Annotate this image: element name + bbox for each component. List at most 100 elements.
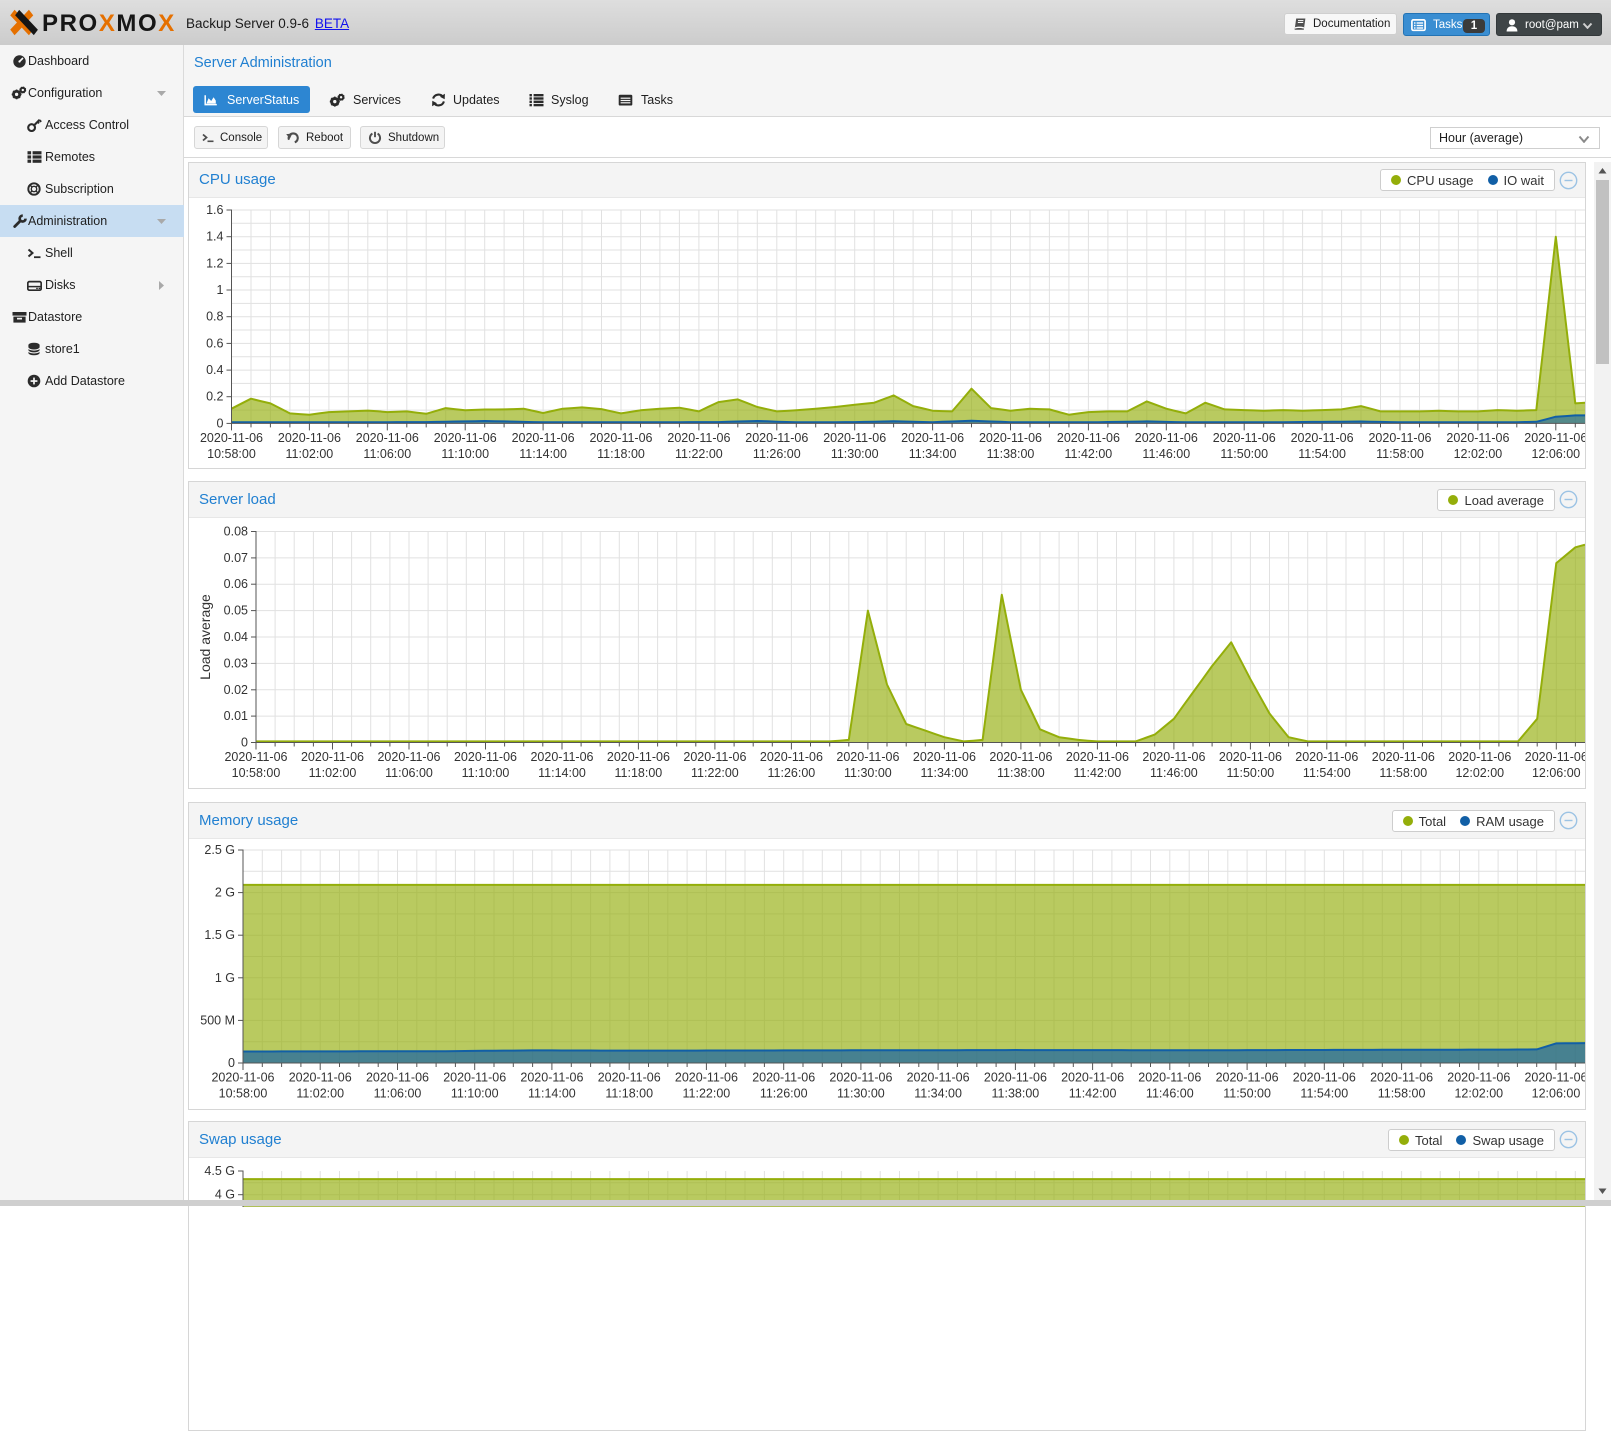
svg-text:2020-11-06: 2020-11-06 — [979, 431, 1042, 445]
svg-text:4.5 G: 4.5 G — [204, 1164, 235, 1178]
svg-text:2020-11-06: 2020-11-06 — [1291, 431, 1354, 445]
svg-text:2020-11-06: 2020-11-06 — [683, 750, 746, 764]
svg-text:11:18:00: 11:18:00 — [597, 447, 645, 461]
svg-text:2020-11-06: 2020-11-06 — [829, 1071, 892, 1085]
svg-text:11:30:00: 11:30:00 — [837, 1087, 885, 1101]
svg-text:2020-11-06: 2020-11-06 — [760, 750, 823, 764]
svg-text:1.2: 1.2 — [206, 256, 223, 270]
svg-text:10:58:00: 10:58:00 — [232, 766, 281, 780]
svg-text:11:10:00: 11:10:00 — [441, 447, 489, 461]
svg-text:0.8: 0.8 — [206, 310, 223, 324]
svg-text:10:58:00: 10:58:00 — [207, 447, 256, 461]
svg-text:2020-11-06: 2020-11-06 — [1142, 750, 1205, 764]
svg-text:12:02:00: 12:02:00 — [1455, 766, 1504, 780]
svg-text:11:50:00: 11:50:00 — [1223, 1087, 1271, 1101]
svg-text:0.2: 0.2 — [206, 390, 223, 404]
svg-text:11:06:00: 11:06:00 — [374, 1087, 422, 1101]
svg-text:11:34:00: 11:34:00 — [909, 447, 957, 461]
svg-text:0.03: 0.03 — [224, 656, 248, 670]
svg-text:2020-11-06: 2020-11-06 — [530, 750, 593, 764]
svg-text:2020-11-06: 2020-11-06 — [913, 750, 976, 764]
svg-text:11:26:00: 11:26:00 — [753, 447, 801, 461]
svg-text:12:06:00: 12:06:00 — [1531, 447, 1580, 461]
svg-text:11:38:00: 11:38:00 — [987, 447, 1035, 461]
svg-text:0.06: 0.06 — [224, 577, 248, 591]
svg-text:2020-11-06: 2020-11-06 — [1066, 750, 1129, 764]
svg-text:2020-11-06: 2020-11-06 — [1138, 1071, 1201, 1085]
svg-text:11:34:00: 11:34:00 — [921, 766, 969, 780]
svg-text:2020-11-06: 2020-11-06 — [211, 1071, 274, 1085]
svg-text:0.4: 0.4 — [206, 363, 223, 377]
svg-text:11:54:00: 11:54:00 — [1303, 766, 1351, 780]
svg-text:0.6: 0.6 — [206, 336, 223, 350]
svg-text:2020-11-06: 2020-11-06 — [289, 1071, 352, 1085]
svg-text:11:30:00: 11:30:00 — [844, 766, 892, 780]
svg-text:0.07: 0.07 — [224, 551, 248, 565]
svg-text:11:38:00: 11:38:00 — [997, 766, 1045, 780]
svg-text:11:26:00: 11:26:00 — [760, 1087, 808, 1101]
svg-text:2020-11-06: 2020-11-06 — [520, 1071, 583, 1085]
svg-text:2020-11-06: 2020-11-06 — [200, 431, 263, 445]
svg-text:2020-11-06: 2020-11-06 — [1293, 1071, 1356, 1085]
svg-text:11:10:00: 11:10:00 — [451, 1087, 499, 1101]
svg-text:2020-11-06: 2020-11-06 — [434, 431, 497, 445]
svg-text:2020-11-06: 2020-11-06 — [301, 750, 364, 764]
svg-text:11:10:00: 11:10:00 — [462, 766, 510, 780]
svg-text:11:22:00: 11:22:00 — [675, 447, 723, 461]
svg-text:2020-11-06: 2020-11-06 — [1213, 431, 1276, 445]
svg-text:2020-11-06: 2020-11-06 — [836, 750, 899, 764]
svg-text:2020-11-06: 2020-11-06 — [989, 750, 1052, 764]
svg-text:11:22:00: 11:22:00 — [683, 1087, 731, 1101]
svg-text:11:42:00: 11:42:00 — [1074, 766, 1122, 780]
svg-text:12:06:00: 12:06:00 — [1532, 766, 1581, 780]
svg-text:11:26:00: 11:26:00 — [768, 766, 816, 780]
svg-text:0.05: 0.05 — [224, 604, 248, 618]
svg-text:2020-11-06: 2020-11-06 — [1524, 431, 1585, 445]
svg-text:2020-11-06: 2020-11-06 — [823, 431, 886, 445]
svg-text:11:34:00: 11:34:00 — [914, 1087, 962, 1101]
svg-text:0.08: 0.08 — [224, 525, 248, 539]
svg-text:Load average: Load average — [197, 594, 213, 680]
svg-text:0.02: 0.02 — [224, 683, 248, 697]
svg-text:0.01: 0.01 — [224, 709, 248, 723]
svg-text:11:50:00: 11:50:00 — [1220, 447, 1268, 461]
svg-text:2020-11-06: 2020-11-06 — [443, 1071, 506, 1085]
svg-text:11:14:00: 11:14:00 — [538, 766, 586, 780]
svg-text:2020-11-06: 2020-11-06 — [752, 1071, 815, 1085]
svg-text:12:02:00: 12:02:00 — [1454, 1087, 1503, 1101]
svg-text:11:22:00: 11:22:00 — [691, 766, 739, 780]
svg-text:500 M: 500 M — [200, 1013, 235, 1027]
svg-text:2020-11-06: 2020-11-06 — [907, 1071, 970, 1085]
svg-text:11:58:00: 11:58:00 — [1376, 447, 1424, 461]
svg-text:2020-11-06: 2020-11-06 — [1061, 1071, 1124, 1085]
svg-text:12:06:00: 12:06:00 — [1532, 1087, 1581, 1101]
svg-text:11:02:00: 11:02:00 — [309, 766, 357, 780]
svg-text:11:14:00: 11:14:00 — [519, 447, 567, 461]
svg-text:2020-11-06: 2020-11-06 — [1370, 1071, 1433, 1085]
svg-text:2020-11-06: 2020-11-06 — [589, 431, 652, 445]
svg-text:2020-11-06: 2020-11-06 — [1446, 431, 1509, 445]
svg-text:2020-11-06: 2020-11-06 — [1057, 431, 1120, 445]
svg-text:2.5 G: 2.5 G — [204, 843, 235, 857]
svg-text:1.4: 1.4 — [206, 230, 223, 244]
svg-text:2020-11-06: 2020-11-06 — [675, 1071, 738, 1085]
svg-text:2020-11-06: 2020-11-06 — [1216, 1071, 1279, 1085]
svg-text:2020-11-06: 2020-11-06 — [377, 750, 440, 764]
svg-text:2020-11-06: 2020-11-06 — [1368, 431, 1431, 445]
svg-text:0: 0 — [228, 1056, 235, 1070]
svg-text:1: 1 — [217, 283, 224, 297]
svg-text:11:30:00: 11:30:00 — [831, 447, 879, 461]
svg-text:2020-11-06: 2020-11-06 — [224, 750, 287, 764]
svg-text:0: 0 — [241, 736, 248, 750]
svg-text:11:42:00: 11:42:00 — [1069, 1087, 1117, 1101]
svg-text:0.04: 0.04 — [224, 630, 248, 644]
svg-text:11:50:00: 11:50:00 — [1227, 766, 1275, 780]
svg-text:2020-11-06: 2020-11-06 — [356, 431, 419, 445]
svg-text:1 G: 1 G — [215, 971, 235, 985]
svg-text:11:14:00: 11:14:00 — [528, 1087, 576, 1101]
svg-text:2020-11-06: 2020-11-06 — [598, 1071, 661, 1085]
svg-text:2020-11-06: 2020-11-06 — [1372, 750, 1435, 764]
svg-text:2020-11-06: 2020-11-06 — [901, 431, 964, 445]
svg-text:11:58:00: 11:58:00 — [1379, 766, 1427, 780]
svg-text:11:58:00: 11:58:00 — [1378, 1087, 1426, 1101]
